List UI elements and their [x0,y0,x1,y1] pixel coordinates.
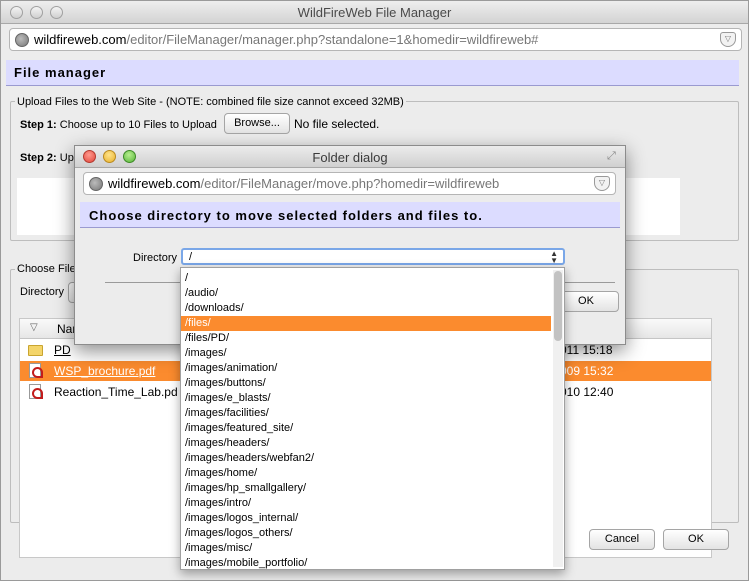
directory-option[interactable]: /images/animation/ [181,361,551,376]
folder-icon [28,345,43,356]
directory-option[interactable]: /images/facilities/ [181,406,551,421]
sort-icon[interactable]: ▽ [30,322,38,333]
dialog-address-bar[interactable]: wildfireweb.com/editor/FileManager/move.… [83,172,616,195]
directory-option[interactable]: /images/misc/ [181,541,551,556]
dialog-titlebar: Folder dialog ⤢ [75,146,625,168]
directory-option[interactable]: /images/logos_others/ [181,526,551,541]
step1-text: Step 1: Choose up to 10 Files to Upload [20,119,217,131]
window-title: WildFireWeb File Manager [297,5,452,20]
directory-option[interactable]: /downloads/ [181,301,551,316]
ok-button[interactable]: OK [663,529,729,550]
window-titlebar: WildFireWeb File Manager [1,1,748,24]
updown-arrows-icon: ▲ ▼ [550,249,558,265]
address-bar[interactable]: wildfireweb.com/editor/FileManager/manag… [9,28,742,51]
shield-icon[interactable]: ▽ [720,32,736,47]
globe-icon [89,177,103,191]
directory-option[interactable]: /images/e_blasts/ [181,391,551,406]
no-file-text: No file selected. [294,117,380,131]
dialog-address-text[interactable]: wildfireweb.com/editor/FileManager/move.… [108,176,499,191]
cancel-button[interactable]: Cancel [589,529,655,550]
directory-option[interactable]: /images/intro/ [181,496,551,511]
dialog-header: Choose directory to move selected folder… [80,202,620,228]
directory-option[interactable]: /images/hp_smallgallery/ [181,481,551,496]
file-name[interactable]: PD [54,343,71,357]
directory-option[interactable]: /files/PD/ [181,331,551,346]
dialog-title: Folder dialog [312,150,388,165]
directory-dropdown[interactable]: / ▲ ▼ [181,248,565,265]
browse-button[interactable]: Browse... [224,113,290,134]
pdf-icon [29,384,43,399]
choose-files-legend: Choose Files [15,263,84,275]
directory-option[interactable]: /images/logos_internal/ [181,511,551,526]
file-name[interactable]: WSP_brochure.pdf [54,364,155,378]
directory-option[interactable]: / [181,271,551,286]
directory-option[interactable]: /images/mobile_portfolio/ [181,556,551,569]
dialog-heading: Choose directory to move selected folder… [89,208,483,223]
pdf-icon [29,363,43,378]
dropdown-scrollbar[interactable] [553,270,563,567]
page-title: File manager [14,65,107,80]
directory-selected-value: / [189,251,193,263]
globe-icon [15,33,29,47]
dialog-directory-label: Directory [133,252,178,264]
shield-icon[interactable]: ▽ [594,176,610,191]
dropdown-scroll-thumb[interactable] [554,271,562,341]
directory-option[interactable]: /images/headers/webfan2/ [181,451,551,466]
page-header: File manager [6,60,739,86]
step2-text: Step 2: Up [20,152,74,164]
directory-option[interactable]: /images/ [181,346,551,361]
directory-option[interactable]: /images/headers/ [181,436,551,451]
directory-label: Directory [20,286,65,298]
address-text[interactable]: wildfireweb.com/editor/FileManager/manag… [34,32,538,47]
directory-option[interactable]: /images/home/ [181,466,551,481]
directory-option-highlighted[interactable]: /files/ [181,316,551,331]
directory-option[interactable]: /audio/ [181,286,551,301]
expand-icon[interactable]: ⤢ [607,150,619,162]
directory-option[interactable]: /images/featured_site/ [181,421,551,436]
directory-options-list[interactable]: / /audio/ /downloads/ /files/ /files/PD/… [180,267,565,570]
directory-option[interactable]: /images/buttons/ [181,376,551,391]
upload-legend: Upload Files to the Web Site - (NOTE: co… [15,96,406,108]
file-name[interactable]: Reaction_Time_Lab.pd [54,385,178,399]
